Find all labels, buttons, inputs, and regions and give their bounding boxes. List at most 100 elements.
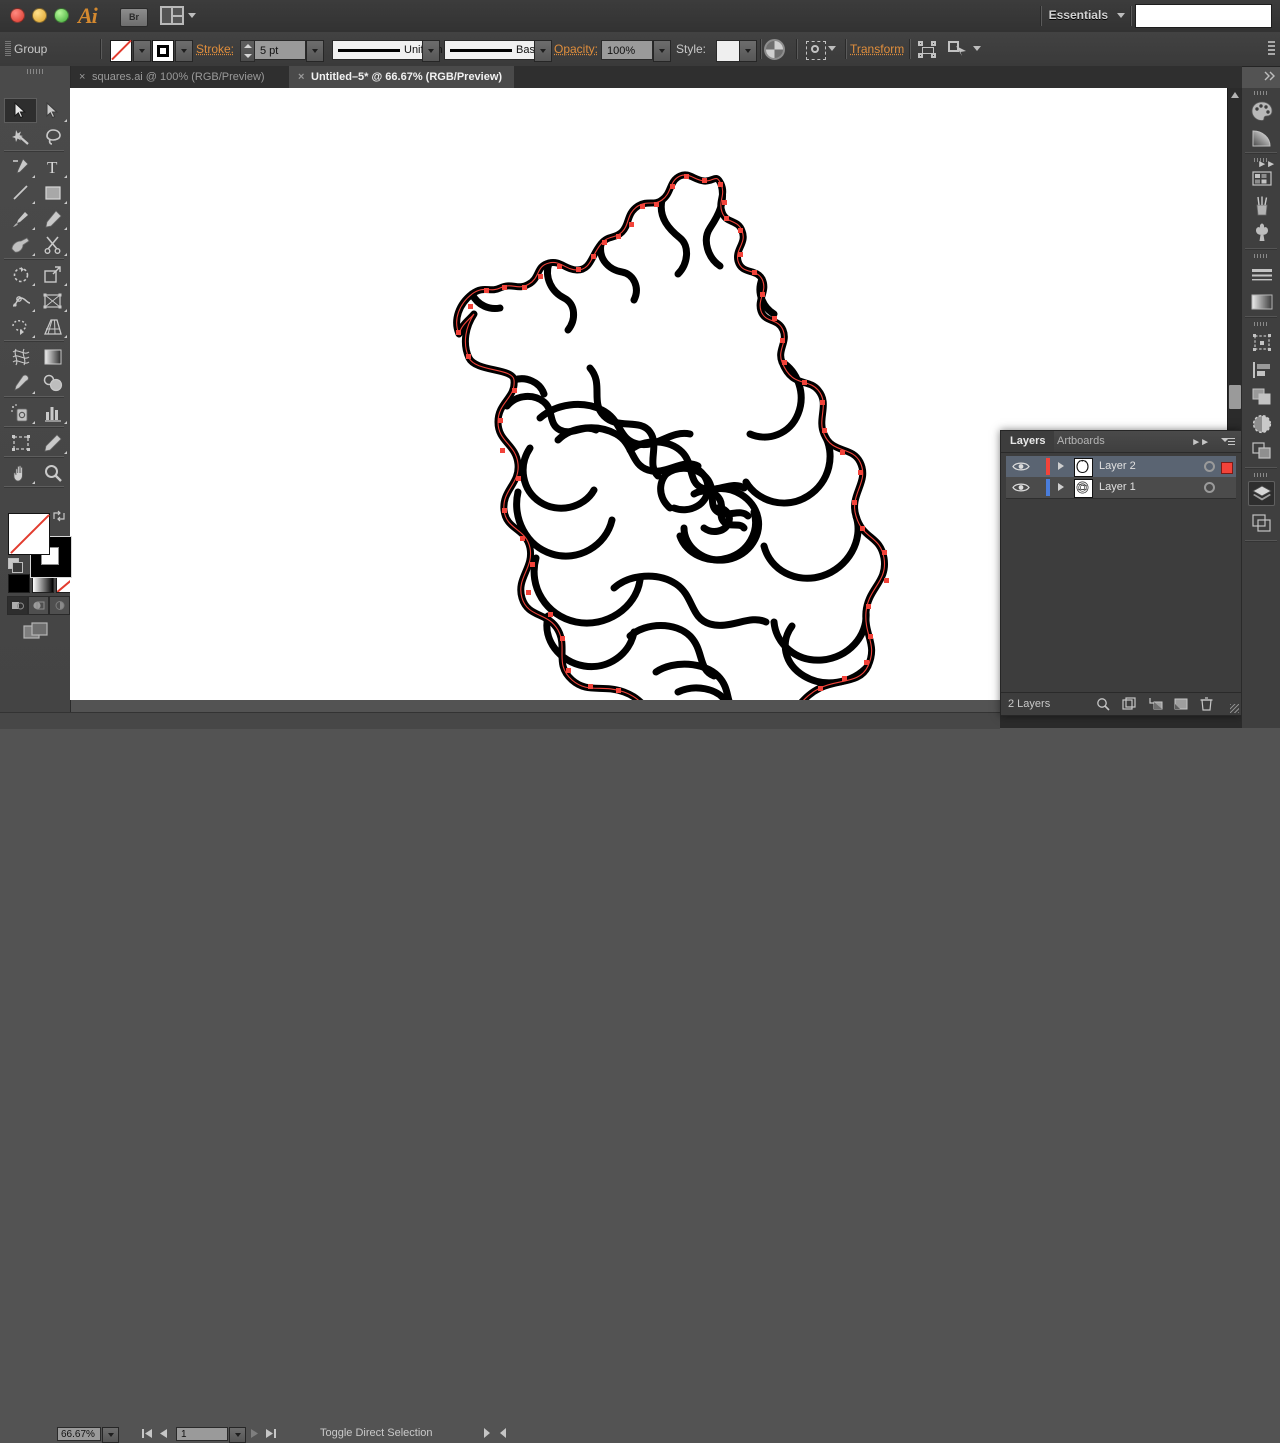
zoom-level-input[interactable]: 66.67%	[57, 1427, 101, 1441]
select-similar-chevron-down-icon[interactable]	[828, 46, 836, 51]
swatches-panel-icon[interactable]	[1248, 166, 1275, 191]
dock-group-grip-2[interactable]	[1254, 158, 1268, 162]
tools-panel-grip[interactable]	[27, 69, 43, 74]
select-similar-options-icon[interactable]	[806, 41, 826, 60]
layer-row-layer-2[interactable]: Layer 2	[1006, 456, 1236, 478]
drawing-mode-buttons[interactable]	[7, 596, 70, 615]
symbol-sprayer-tool[interactable]	[4, 400, 37, 425]
stroke-swatch-button[interactable]	[152, 40, 174, 62]
default-fill-stroke-icon[interactable]	[8, 558, 23, 573]
selection-tool[interactable]	[4, 98, 37, 123]
document-tab-untitled-5[interactable]: × Untitled–5* @ 66.67% (RGB/Preview)	[289, 66, 515, 88]
help-search-input[interactable]	[1135, 4, 1272, 28]
brushes-panel-icon[interactable]	[1248, 193, 1275, 218]
bridge-button[interactable]: Br	[120, 8, 148, 27]
fill-dropdown-chevron-down-icon[interactable]	[133, 40, 151, 62]
screen-mode-icon[interactable]	[23, 621, 49, 641]
opacity-chevron-down-icon[interactable]	[653, 40, 671, 62]
layer-row-layer-1[interactable]: Layer 1	[1006, 477, 1236, 499]
panel-options-menu-icon[interactable]	[1221, 437, 1235, 447]
shape-builder-tool[interactable]	[4, 314, 37, 339]
artboard-chevron-down-icon[interactable]	[229, 1427, 246, 1443]
tab-layers[interactable]: Layers	[1001, 431, 1055, 452]
workspace-chevron-down-icon[interactable]	[1117, 13, 1125, 18]
window-controls[interactable]	[10, 8, 69, 23]
artboard-number-input[interactable]: 1	[176, 1427, 228, 1441]
gradient-panel-icon[interactable]	[1248, 125, 1275, 150]
workspace-switcher-label[interactable]: Essentials	[1049, 8, 1108, 22]
stroke-profile-chevron-down-icon[interactable]	[422, 40, 440, 62]
create-new-sublayer-icon[interactable]	[1148, 697, 1163, 711]
slice-tool[interactable]	[36, 430, 69, 455]
mesh-tool[interactable]	[4, 344, 37, 369]
symbols-panel-icon[interactable]	[1248, 220, 1275, 245]
artboards-panel-icon[interactable]	[1248, 510, 1275, 535]
stroke-weight-stepper[interactable]	[240, 40, 255, 62]
align-panel-icon[interactable]	[1248, 357, 1275, 382]
blob-brush-tool[interactable]	[4, 232, 37, 257]
brush-definition-select[interactable]: Basic	[444, 40, 543, 60]
last-artboard-icon[interactable]	[265, 1429, 276, 1440]
transparency-panel-icon[interactable]	[1248, 411, 1275, 436]
layers-panel-icon[interactable]	[1248, 481, 1275, 506]
opacity-input[interactable]: 100%	[601, 40, 653, 60]
gradient2-panel-icon[interactable]	[1248, 289, 1275, 314]
layer-name[interactable]: Layer 1	[1099, 481, 1136, 493]
zoom-window-button[interactable]	[54, 8, 69, 23]
width-tool[interactable]	[4, 288, 37, 313]
layer-target-indicator-icon[interactable]	[1204, 482, 1215, 493]
shape-mode-icon[interactable]	[948, 41, 968, 57]
zoom-tool[interactable]	[36, 460, 69, 485]
artboard-tool[interactable]	[4, 430, 37, 455]
fill-swatch-button[interactable]	[110, 40, 132, 62]
perspective-grid-tool[interactable]	[36, 314, 69, 339]
draw-normal-icon[interactable]	[7, 596, 28, 615]
gradient-tool[interactable]	[36, 344, 69, 369]
layer-visibility-eye-icon[interactable]	[1012, 482, 1030, 493]
stroke-weight-label[interactable]: Stroke:	[196, 42, 234, 56]
previous-artboard-icon[interactable]	[159, 1429, 168, 1440]
column-graph-tool[interactable]	[36, 400, 69, 425]
layer-selection-square[interactable]	[1221, 462, 1233, 474]
layer-expand-triangle-icon[interactable]	[1058, 483, 1064, 491]
shape-mode-chevron-down-icon[interactable]	[973, 46, 981, 51]
brush-definition-chevron-down-icon[interactable]	[534, 40, 552, 62]
stroke-weight-input[interactable]: 5 pt	[254, 40, 306, 60]
type-tool[interactable]: T	[36, 154, 69, 179]
expand-panel-icon[interactable]: ►►	[1191, 437, 1210, 448]
pencil-tool[interactable]	[36, 206, 69, 231]
transform-panel-link[interactable]: Transform	[850, 42, 904, 56]
vertical-scroll-thumb[interactable]	[1229, 385, 1241, 409]
paintbrush-tool[interactable]	[4, 206, 37, 231]
hand-tool[interactable]	[4, 460, 37, 485]
control-bar-grip[interactable]	[5, 41, 11, 57]
tab-artboards[interactable]: Artboards	[1048, 431, 1114, 452]
next-artboard-icon[interactable]	[250, 1429, 259, 1440]
magic-wand-tool[interactable]	[4, 124, 37, 149]
status-menu-arrow-icon[interactable]	[484, 1428, 490, 1438]
color-mode-color-icon[interactable]	[8, 574, 30, 593]
dock-group-grip-1[interactable]	[1254, 91, 1268, 95]
opacity-label[interactable]: Opacity:	[554, 42, 598, 56]
scissors-tool[interactable]	[36, 232, 69, 257]
direct-selection-tool[interactable]	[36, 98, 69, 123]
dock-group-grip-5[interactable]	[1254, 473, 1268, 477]
control-bar-overflow-icon[interactable]	[1268, 41, 1275, 57]
dock-group-grip-3[interactable]	[1254, 254, 1268, 258]
rotate-tool[interactable]	[4, 262, 37, 287]
swap-fill-stroke-icon[interactable]	[52, 509, 66, 523]
stroke-profile-select[interactable]: Uniform	[332, 40, 443, 60]
rectangle-tool[interactable]	[36, 180, 69, 205]
make-clipping-mask-icon[interactable]	[1122, 697, 1137, 711]
eyedropper-tool[interactable]	[4, 370, 37, 395]
align-bounding-box-icon[interactable]	[918, 41, 936, 58]
delete-selection-icon[interactable]	[1200, 697, 1215, 711]
first-artboard-icon[interactable]	[142, 1429, 153, 1440]
free-transform-tool[interactable]	[36, 288, 69, 313]
lasso-tool[interactable]	[36, 124, 69, 149]
minimize-window-button[interactable]	[32, 8, 47, 23]
layer-target-indicator-icon[interactable]	[1204, 461, 1215, 472]
blend-tool[interactable]	[36, 370, 69, 395]
arrange-documents-icon[interactable]	[160, 6, 184, 25]
tab-dock-right-chevron-icon[interactable]	[1262, 70, 1276, 85]
